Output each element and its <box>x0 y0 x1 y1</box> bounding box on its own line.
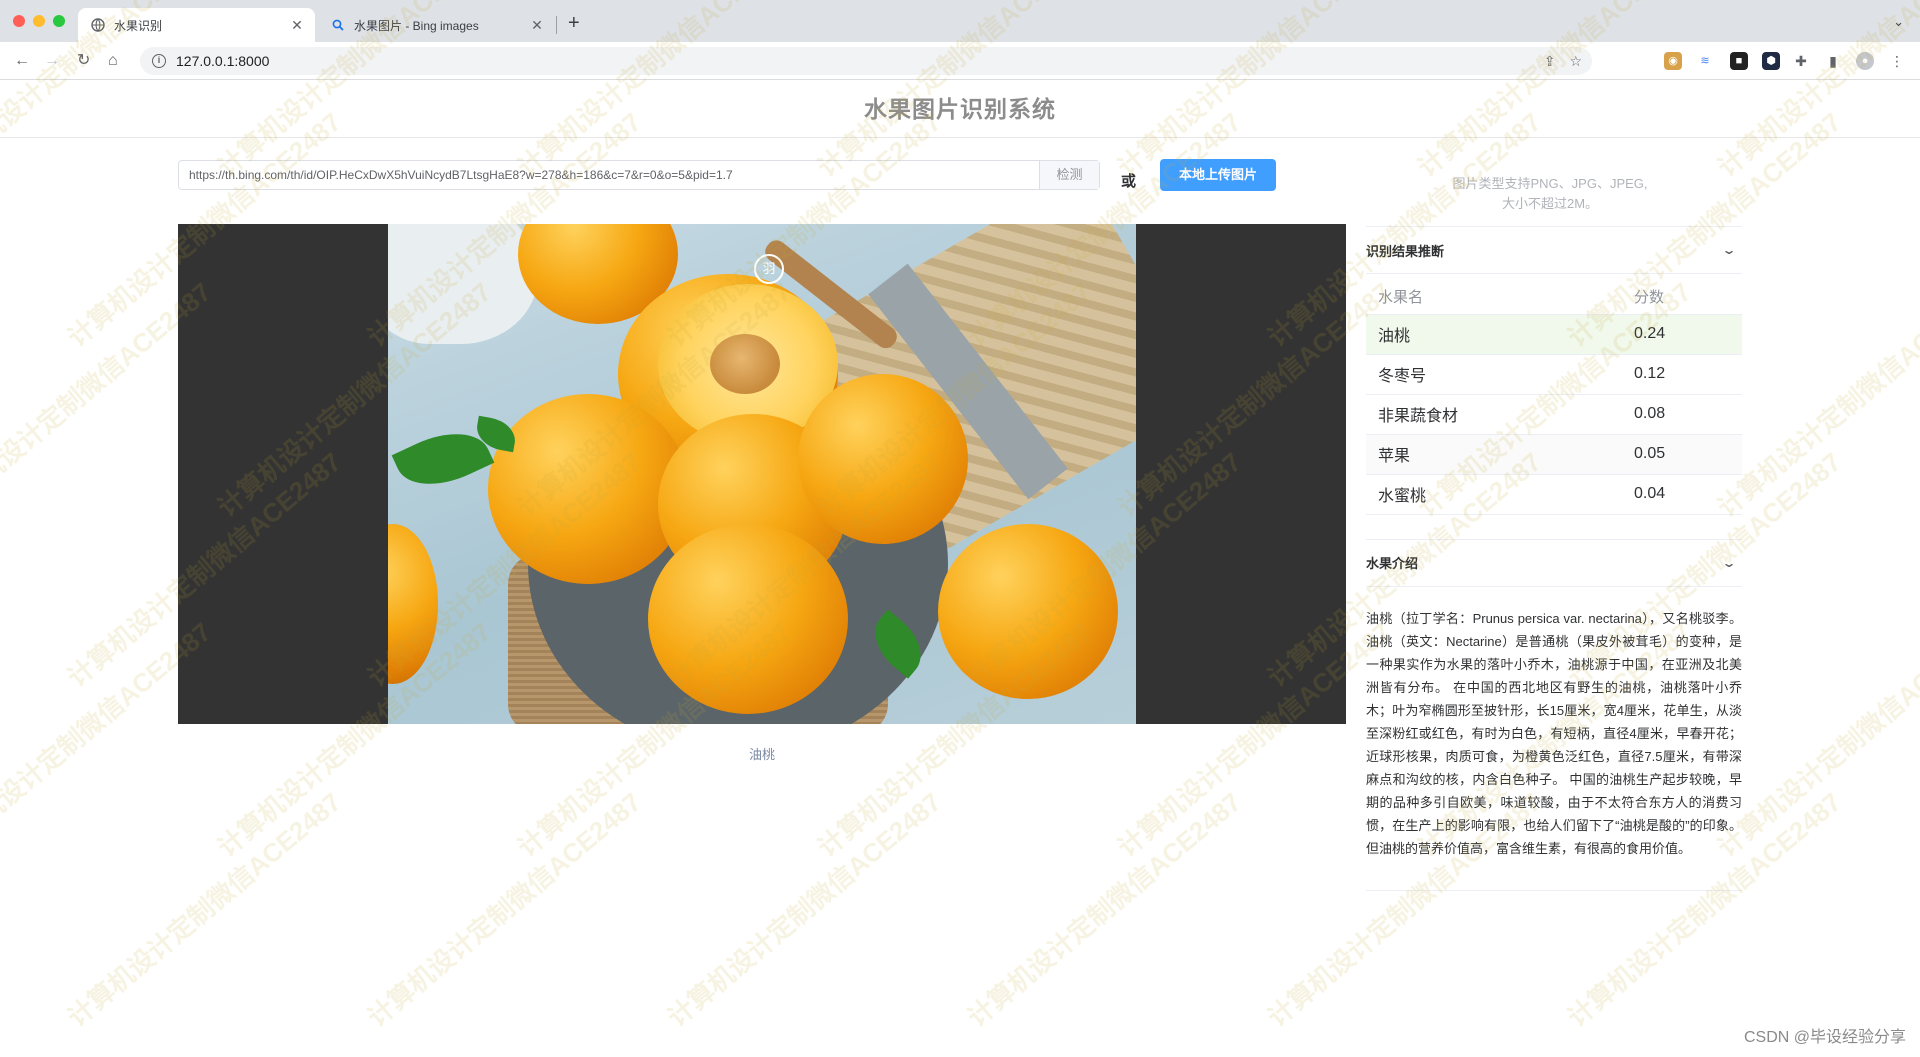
fruit-photo: 羽 <box>388 224 1136 724</box>
url-input-group: 检测 <box>178 160 1100 190</box>
fruit-name-cell: 水蜜桃 <box>1366 474 1622 515</box>
page-title: 水果图片识别系统 <box>864 96 1056 122</box>
close-tab-icon[interactable]: ✕ <box>287 17 307 34</box>
score-cell: 0.04 <box>1621 474 1742 515</box>
fruit-introduction: 油桃（拉丁学名：Prunus persica var. nectarina），又… <box>1366 587 1742 891</box>
share-icon[interactable]: ⇪ <box>1544 53 1556 70</box>
or-label: 或 <box>1121 173 1137 190</box>
intro-collapse-header[interactable]: 水果介绍 ⌄ <box>1366 538 1742 587</box>
image-preview-panel: 羽 <box>178 224 1346 724</box>
results-table: 水果名 分数 油桃 0.24 冬枣号 0.12 非果蔬食材 0.08 苹果 0.… <box>1366 280 1742 515</box>
maximize-window-button[interactable] <box>53 15 65 27</box>
side-panel-icon[interactable]: ▮ <box>1824 52 1842 70</box>
column-header-name: 水果名 <box>1366 280 1622 315</box>
upload-hint: 图片类型支持PNG、JPG、JPEG, 大小不超过2M。 <box>1370 174 1730 214</box>
hint-line: 大小不超过2M。 <box>1501 196 1599 211</box>
tab-title: 水果图片 - Bing images <box>354 18 479 33</box>
forward-arrow-icon[interactable]: → <box>44 51 60 71</box>
extension-icon[interactable]: ⬢ <box>1762 52 1780 70</box>
image-url-input[interactable] <box>179 161 1039 189</box>
score-cell: 0.12 <box>1621 354 1742 395</box>
fruit-name-cell: 油桃 <box>1366 314 1622 355</box>
table-header-row: 水果名 分数 <box>1366 280 1742 315</box>
close-window-button[interactable] <box>13 15 25 27</box>
score-cell: 0.05 <box>1621 434 1742 475</box>
puzzle-icon[interactable]: ✚ <box>1792 52 1810 70</box>
back-arrow-icon[interactable]: ← <box>14 51 30 71</box>
tab-bing-images[interactable]: 水果图片 - Bing images ✕ <box>318 8 555 42</box>
app-header: 水果图片识别系统 <box>0 80 1920 138</box>
browser-chrome: 水果识别 ✕ 水果图片 - Bing images ✕ + ⌄ ← → ↻ ⌂ … <box>0 0 1920 80</box>
home-icon[interactable]: ⌂ <box>108 51 118 71</box>
page: 水果图片识别系统 检测 或 本地上传图片 图片类型支持PNG、JPG、JPEG,… <box>0 80 1920 1057</box>
csdn-credit: CSDN @毕设经验分享 <box>1743 1029 1906 1046</box>
fruit-name-cell: 非果蔬食材 <box>1366 394 1622 435</box>
info-icon[interactable]: i <box>152 54 166 68</box>
reload-icon[interactable]: ↻ <box>77 51 90 71</box>
table-row[interactable]: 苹果 0.05 <box>1366 434 1742 475</box>
menu-icon[interactable]: ⋮ <box>1888 52 1906 70</box>
tab-fruit-recognition[interactable]: 水果识别 ✕ <box>78 8 315 42</box>
tab-title: 水果识别 <box>114 18 163 33</box>
new-tab-icon[interactable]: + <box>568 13 580 33</box>
hint-line: 图片类型支持PNG、JPG、JPEG, <box>1452 176 1648 191</box>
extension-icon[interactable]: ◉ <box>1664 52 1682 70</box>
table-row[interactable]: 水蜜桃 0.04 <box>1366 474 1742 515</box>
extension-icon[interactable]: ≋ <box>1696 52 1714 70</box>
score-cell: 0.08 <box>1621 394 1742 435</box>
table-row[interactable]: 非果蔬食材 0.08 <box>1366 394 1742 435</box>
close-tab-icon[interactable]: ✕ <box>527 17 547 34</box>
result-sidebar: 识别结果推断 ⌄ 水果名 分数 油桃 0.24 冬枣号 0.12 非果蔬食材 0… <box>1366 226 1742 891</box>
fruit-name-cell: 苹果 <box>1366 434 1622 475</box>
table-row[interactable]: 冬枣号 0.12 <box>1366 354 1742 395</box>
intro-title: 水果介绍 <box>1366 556 1419 571</box>
browser-toolbar: ← → ↻ ⌂ i 127.0.0.1:8000 ⇪ ☆ ◉ ≋ ■ ⬢ ✚ ▮… <box>0 42 1920 80</box>
column-header-score: 分数 <box>1621 280 1742 315</box>
minimize-window-button[interactable] <box>33 15 45 27</box>
chevron-down-icon[interactable]: ⌄ <box>1893 14 1904 30</box>
score-cell: 0.24 <box>1621 314 1742 355</box>
brand-logo-icon: 羽 <box>754 254 784 284</box>
extension-icon[interactable]: ■ <box>1730 52 1748 70</box>
chevron-down-icon[interactable]: ⌄ <box>1721 556 1736 570</box>
star-icon[interactable]: ☆ <box>1569 53 1582 70</box>
fruit-name-cell: 冬枣号 <box>1366 354 1622 395</box>
table-row[interactable]: 油桃 0.24 <box>1366 314 1742 355</box>
globe-icon <box>90 17 106 33</box>
results-title: 识别结果推断 <box>1366 243 1445 259</box>
tab-strip: 水果识别 ✕ 水果图片 - Bing images ✕ + ⌄ <box>0 0 1920 42</box>
upload-local-image-button[interactable]: 本地上传图片 <box>1160 159 1276 191</box>
address-url: 127.0.0.1:8000 <box>176 53 270 69</box>
image-caption: 油桃 <box>748 747 775 762</box>
profile-icon[interactable]: ● <box>1856 52 1874 70</box>
omnibox-actions: ⇪ ☆ <box>1544 53 1582 70</box>
results-collapse-header[interactable]: 识别结果推断 ⌄ <box>1366 226 1742 274</box>
search-icon <box>330 17 346 33</box>
chevron-down-icon[interactable]: ⌄ <box>1721 243 1736 257</box>
tab-separator <box>556 16 557 34</box>
address-bar[interactable]: i 127.0.0.1:8000 ⇪ ☆ <box>140 47 1592 75</box>
detect-button[interactable]: 检测 <box>1039 161 1099 189</box>
